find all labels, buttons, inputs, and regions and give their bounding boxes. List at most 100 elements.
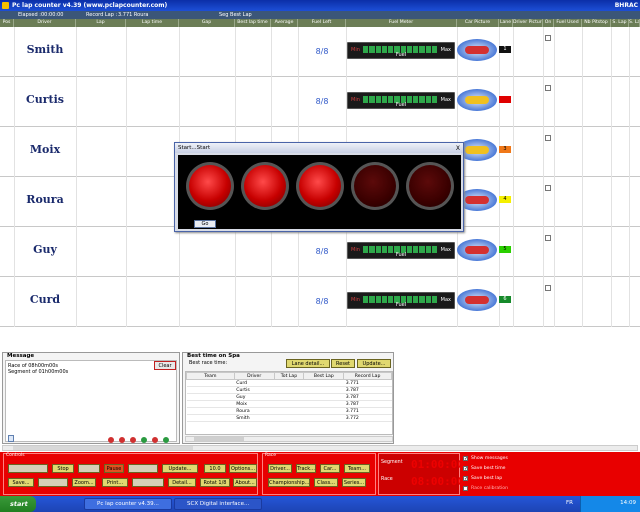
col-lap[interactable]: Lap xyxy=(76,19,126,27)
value-field[interactable]: 10.0 xyxy=(204,464,226,473)
main-scroll-thumb[interactable] xyxy=(13,446,193,450)
driver-row[interactable]: Curtis 8/8 Min Max Fuel 2 xyxy=(0,77,640,127)
col-fuel-meter[interactable]: Fuel Meter xyxy=(346,19,457,27)
options-button[interactable]: Options... xyxy=(229,464,257,473)
series-button[interactable]: Series... xyxy=(342,478,366,487)
col-average[interactable]: Average xyxy=(271,19,298,27)
stats-button[interactable] xyxy=(132,478,164,487)
taskbar-item-scx[interactable]: SCX Digital interface... xyxy=(174,498,262,510)
document-icon[interactable] xyxy=(8,435,14,442)
col-s-lap-2[interactable]: S. Lap xyxy=(629,19,640,27)
load-button[interactable] xyxy=(38,478,68,487)
best-time-scrollbar[interactable] xyxy=(185,436,393,442)
detail-button[interactable]: Detail... xyxy=(168,478,196,487)
team-button[interactable]: Team... xyxy=(344,464,370,473)
bt-col-driver[interactable]: Driver xyxy=(233,372,275,380)
best-time-row[interactable]: Smith 3.772 xyxy=(186,414,392,422)
col-on[interactable]: On xyxy=(543,19,554,27)
col-pos[interactable]: Pos xyxy=(0,19,14,27)
row-divider xyxy=(76,127,77,177)
bt-col-best-lap[interactable]: Best Lap xyxy=(303,372,345,380)
col-fuel-used[interactable]: Fuel Used xyxy=(554,19,582,27)
best-time-row[interactable]: Curtis 3.787 xyxy=(186,386,392,394)
car-picture[interactable] xyxy=(457,289,497,311)
start-lights-panel xyxy=(178,155,461,229)
race-clock-label: Race xyxy=(381,477,393,482)
lane-detail-button[interactable]: Lane detail... xyxy=(286,359,330,368)
col-driver-picture[interactable]: Driver Picture xyxy=(513,19,543,27)
car-picture[interactable] xyxy=(457,239,497,261)
reset-button[interactable] xyxy=(78,464,100,473)
best-time-row[interactable]: Curd 3.771 xyxy=(186,379,392,387)
stop-button[interactable]: Stop xyxy=(52,464,74,473)
on-checkbox[interactable] xyxy=(545,235,551,241)
start-dialog: Start...Start X Go 63 xyxy=(174,142,464,232)
driver-row[interactable]: Curd 8/8 Min Max Fuel 6 xyxy=(0,277,640,327)
main-horizontal-scrollbar[interactable] xyxy=(2,445,638,451)
championship-button[interactable]: Championship... xyxy=(268,478,310,487)
on-checkbox[interactable] xyxy=(545,35,551,41)
bt-col-tot-lap[interactable]: Tot Lap xyxy=(273,372,305,380)
driver-row[interactable]: Smith 8/8 Min Max Fuel 1 xyxy=(0,27,640,77)
restart-button[interactable] xyxy=(128,464,158,473)
update-best-button[interactable]: Update... xyxy=(357,359,391,368)
row-divider xyxy=(513,177,514,227)
option-checkbox[interactable] xyxy=(463,486,468,491)
print-button[interactable]: Print... xyxy=(102,478,128,487)
dialog-close-icon[interactable]: X xyxy=(456,144,460,154)
driver-button[interactable]: Driver... xyxy=(268,464,292,473)
scroll-thumb[interactable] xyxy=(194,437,244,441)
car-button[interactable]: Car... xyxy=(320,464,340,473)
on-checkbox[interactable] xyxy=(545,85,551,91)
track-button[interactable]: Track... xyxy=(296,464,316,473)
best-time-row[interactable]: Roura 3.771 xyxy=(186,407,392,415)
car-picture[interactable] xyxy=(457,89,497,111)
col-fuel-left[interactable]: Fuel Left xyxy=(298,19,346,27)
col-nb-pitstop[interactable]: Nb Pitstop xyxy=(582,19,611,27)
best-time-table[interactable]: Team Driver Tot Lap Best Lap Record Lap … xyxy=(185,371,393,435)
col-lane[interactable]: Lane xyxy=(499,19,513,27)
start-button[interactable] xyxy=(8,464,48,473)
col-s-lap[interactable]: S. Lap xyxy=(611,19,629,27)
col-car-picture[interactable]: Car Picture xyxy=(457,19,499,27)
reset-best-button[interactable]: Reset xyxy=(331,359,355,368)
car-icon xyxy=(465,96,489,104)
best-time-cell xyxy=(303,407,344,415)
bt-col-record-lap[interactable]: Record Lap xyxy=(343,372,392,380)
bt-col-team[interactable]: Team xyxy=(186,372,235,380)
driver-row[interactable]: Guy 8/8 Min Max Fuel 5 xyxy=(0,227,640,277)
row-divider xyxy=(582,227,583,277)
best-time-row[interactable]: Guy 3.787 xyxy=(186,393,392,401)
option-checkbox[interactable]: ✓ xyxy=(463,476,468,482)
start-menu-button[interactable]: start xyxy=(0,496,36,512)
col-gap[interactable]: Gap xyxy=(179,19,235,27)
clear-button[interactable]: Clear xyxy=(154,361,176,370)
best-time-rows: Curd 3.771 Curtis 3.787 Guy 3.787 Moix 3.787 Rou… xyxy=(186,379,392,422)
col-best-lap-time[interactable]: Best lap time xyxy=(235,19,271,27)
car-picture[interactable] xyxy=(457,39,497,61)
class-button[interactable]: Class... xyxy=(314,478,338,487)
message-list[interactable]: Race of 08h00m00s Segment of 01h00m00s C… xyxy=(5,360,177,443)
option-checkbox[interactable]: ✓ xyxy=(463,456,468,462)
on-checkbox[interactable] xyxy=(545,185,551,191)
update-button[interactable]: Update... xyxy=(162,464,198,473)
language-indicator[interactable]: FR xyxy=(566,500,573,506)
on-checkbox[interactable] xyxy=(545,285,551,291)
about-button[interactable]: About... xyxy=(233,478,257,487)
pause-button[interactable]: Pause xyxy=(104,464,124,473)
go-button[interactable]: Go xyxy=(194,220,216,228)
best-time-panel: Best time on Spa Best race time: Lane de… xyxy=(182,352,394,444)
best-time-row[interactable]: Moix 3.787 xyxy=(186,400,392,408)
col-driver[interactable]: Driver xyxy=(14,19,76,27)
on-checkbox[interactable] xyxy=(545,135,551,141)
rotat-button[interactable]: Rotat 1/8 xyxy=(200,478,230,487)
best-race-time-label: Best race time: xyxy=(189,360,228,366)
column-headers: Pos Driver Lap Lap time Gap Best lap tim… xyxy=(0,19,640,27)
col-lap-time[interactable]: Lap time xyxy=(126,19,179,27)
race-setup-group: Race Driver... Track... Car... Team... C… xyxy=(262,453,376,495)
save-button[interactable]: Save... xyxy=(8,478,34,487)
meter-fuel-label: Fuel xyxy=(395,302,407,308)
taskbar-item-lapcounter[interactable]: Pc lap counter v4.39... xyxy=(84,498,172,510)
option-checkbox[interactable]: ✓ xyxy=(463,466,468,472)
zoom-button[interactable]: Zoom... xyxy=(72,478,96,487)
